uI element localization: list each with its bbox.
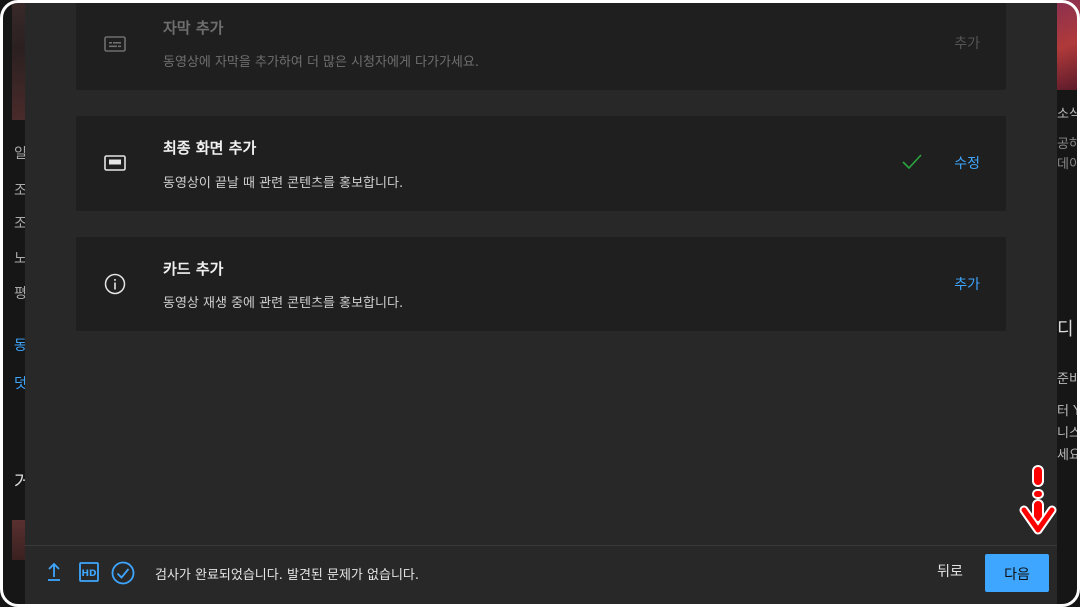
background-heading: 디 bbox=[1057, 319, 1074, 340]
next-button[interactable]: 다음 bbox=[985, 554, 1049, 592]
background-text: 니스 bbox=[1057, 426, 1080, 441]
hd-icon[interactable]: HD bbox=[79, 562, 99, 586]
card-add-subtitles: 자막 추가 동영상에 자막을 추가하여 더 많은 시청자에게 다가가세요. 추가 bbox=[76, 0, 1006, 90]
back-button[interactable]: 뒤로 bbox=[925, 560, 975, 584]
upload-dialog: 자막 추가 동영상에 자막을 추가하여 더 많은 시청자에게 다가가세요. 추가… bbox=[25, 0, 1057, 607]
check-icon bbox=[901, 153, 923, 175]
card-add-end-screen: 최종 화면 추가 동영상이 끝날 때 관련 콘텐츠를 홍보합니다. 수정 bbox=[76, 116, 1006, 211]
card-add-cards: 카드 추가 동영상 재생 중에 관련 콘텐츠를 홍보합니다. 추가 bbox=[76, 237, 1006, 331]
card-title: 자막 추가 bbox=[163, 19, 224, 37]
card-title: 최종 화면 추가 bbox=[163, 139, 257, 157]
background-text: 데이 bbox=[1057, 157, 1080, 172]
end-screen-icon bbox=[104, 152, 126, 174]
background-text: 준비 bbox=[1057, 372, 1080, 387]
annotation-arrow-icon bbox=[1018, 464, 1058, 548]
background-thumbnail bbox=[12, 520, 25, 560]
check-status-text: 검사가 완료되었습니다. 발견된 문제가 없습니다. bbox=[155, 568, 419, 583]
background-thumbnail bbox=[12, 0, 25, 120]
subtitles-icon bbox=[104, 33, 126, 55]
background-text: 소식 bbox=[1057, 107, 1080, 122]
add-subtitles-button[interactable]: 추가 bbox=[954, 33, 980, 53]
check-circle-icon[interactable] bbox=[111, 561, 135, 589]
background-left-panel: 일 조 조 노 평 동 덧 거 bbox=[0, 0, 31, 607]
background-text: 터 Y bbox=[1057, 404, 1080, 419]
card-description: 동영상에 자막을 추가하여 더 많은 시청자에게 다가가세요. bbox=[163, 55, 479, 70]
svg-text:HD: HD bbox=[81, 569, 96, 579]
upload-icon[interactable] bbox=[45, 562, 63, 586]
background-thumbnail bbox=[1057, 0, 1080, 90]
background-text: 세요 bbox=[1057, 448, 1080, 463]
background-right-panel: 소식 공하 데이 디 준비 터 Y 니스 세요 bbox=[1057, 0, 1080, 607]
info-icon bbox=[104, 273, 126, 295]
footer-divider bbox=[25, 545, 1057, 546]
edit-end-screen-button[interactable]: 수정 bbox=[954, 153, 980, 173]
add-cards-button[interactable]: 추가 bbox=[954, 274, 980, 294]
card-title: 카드 추가 bbox=[163, 260, 224, 278]
card-description: 동영상이 끝날 때 관련 콘텐츠를 홍보합니다. bbox=[163, 176, 404, 191]
background-text: 공하 bbox=[1057, 137, 1080, 152]
card-description: 동영상 재생 중에 관련 콘텐츠를 홍보합니다. bbox=[163, 296, 404, 311]
